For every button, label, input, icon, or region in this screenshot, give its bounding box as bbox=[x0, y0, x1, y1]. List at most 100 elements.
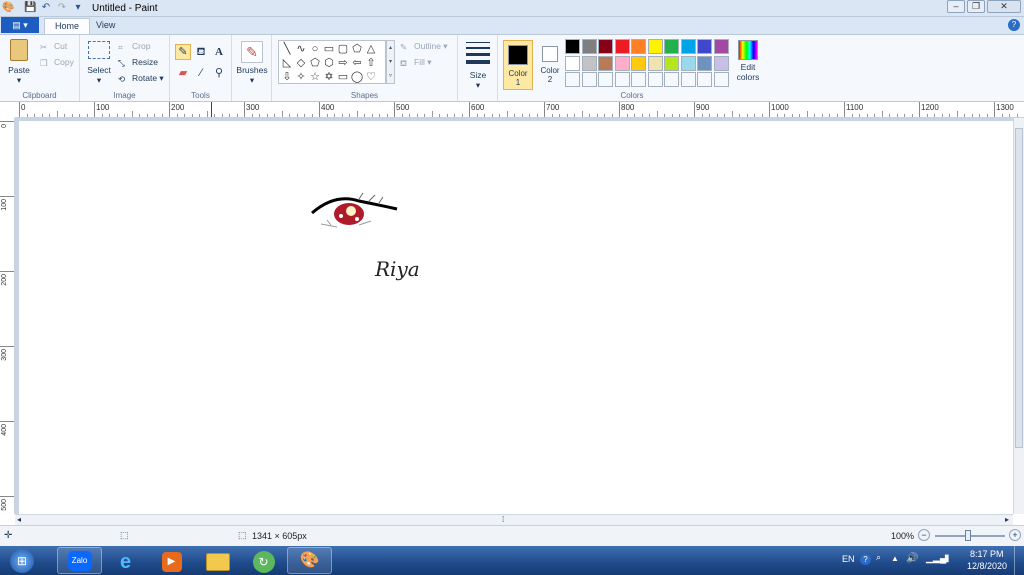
callout-oval-shape-icon[interactable]: ◯ bbox=[350, 70, 364, 84]
palette-color-efe4b0[interactable] bbox=[647, 55, 663, 71]
start-button[interactable]: ⊞ bbox=[3, 546, 41, 575]
edit-colors-button[interactable]: Edit colors bbox=[731, 40, 765, 82]
color2-button[interactable]: Color 2 bbox=[535, 40, 565, 90]
palette-color-ffffff[interactable] bbox=[565, 55, 580, 71]
rectangle-shape-icon[interactable]: ▭ bbox=[322, 42, 336, 56]
rotate-button[interactable]: ⟲ Rotate ▾ bbox=[118, 73, 164, 84]
help-icon[interactable]: ? bbox=[1008, 19, 1020, 31]
five-point-star-shape-icon[interactable]: ☆ bbox=[308, 70, 322, 84]
battery-icon[interactable]: ▮ bbox=[944, 553, 950, 564]
size-button[interactable]: Size ▾ bbox=[462, 41, 494, 91]
palette-color-00a2e8[interactable] bbox=[680, 39, 696, 54]
help-tray-icon[interactable]: ? bbox=[860, 554, 871, 565]
hexagon-shape-icon[interactable]: ⬡ bbox=[322, 56, 336, 70]
zoom-slider[interactable] bbox=[935, 530, 1005, 541]
maximize-button[interactable]: ❐ bbox=[967, 0, 985, 13]
pencil-icon[interactable]: ✎ bbox=[175, 44, 191, 60]
callout-rect-shape-icon[interactable]: ▭ bbox=[336, 70, 350, 84]
palette-color-ffaec9[interactable] bbox=[614, 55, 630, 71]
four-point-star-shape-icon[interactable]: ✧ bbox=[294, 70, 308, 84]
magnifier-icon[interactable]: ⚲ bbox=[211, 65, 227, 81]
scroll-left-arrow-icon[interactable]: ◂ bbox=[17, 515, 21, 524]
resize-button[interactable]: ⤡ Resize bbox=[118, 57, 158, 68]
customize-quick-access-icon[interactable]: ▾ bbox=[72, 2, 84, 14]
select-button[interactable]: Select ▾ bbox=[84, 41, 114, 86]
show-hidden-icons[interactable]: ▲ bbox=[891, 554, 899, 563]
palette-color-c3c3c3[interactable] bbox=[581, 55, 597, 71]
green-app-icon: ↻ bbox=[252, 551, 275, 573]
palette-color-7092be[interactable] bbox=[697, 55, 712, 71]
eraser-icon[interactable]: ▰ bbox=[175, 65, 191, 81]
tab-view[interactable]: View bbox=[86, 18, 125, 34]
zoom-slider-thumb[interactable] bbox=[965, 530, 971, 541]
palette-color-99d9ea[interactable] bbox=[680, 55, 696, 71]
ruler-minor-tick bbox=[866, 114, 868, 117]
ruler-major-tick bbox=[19, 102, 20, 117]
palette-color-22b14c[interactable] bbox=[664, 39, 679, 54]
palette-color-ffc90e[interactable] bbox=[631, 55, 646, 71]
zoom-out-button[interactable]: − bbox=[918, 529, 930, 541]
line-shape-icon[interactable]: ╲ bbox=[280, 42, 294, 56]
palette-color-b97a57[interactable] bbox=[598, 55, 613, 71]
down-arrow-shape-icon[interactable]: ⇩ bbox=[280, 70, 294, 84]
palette-color-ff7f27[interactable] bbox=[631, 39, 646, 54]
shapes-gallery[interactable]: ╲ ∿ ○ ▭ ▢ ⬠ △ ◺ ◇ ⬠ ⬡ ⇨ ⇦ ⇧ ⇩ ✧ ☆ ✡ ▭ ◯ … bbox=[278, 40, 386, 84]
palette-color-c8bfe7[interactable] bbox=[713, 55, 729, 71]
tab-home[interactable]: Home bbox=[44, 18, 91, 34]
outline-icon: ✎ bbox=[400, 41, 408, 52]
shapes-scroll[interactable]: ▴ ▾ ▿ bbox=[386, 40, 395, 84]
diamond-shape-icon[interactable]: ◇ bbox=[294, 56, 308, 70]
palette-color-fff200[interactable] bbox=[647, 39, 663, 54]
zoom-in-button[interactable]: + bbox=[1009, 529, 1021, 541]
pentagon-shape-icon[interactable]: ⬠ bbox=[308, 56, 322, 70]
brushes-button[interactable]: ✎ Brushes ▾ bbox=[234, 41, 270, 86]
taskbar-app-green[interactable]: ↻ bbox=[241, 547, 286, 574]
palette-color-000000[interactable] bbox=[565, 39, 580, 54]
taskbar-explorer[interactable] bbox=[195, 547, 240, 574]
rounded-rectangle-shape-icon[interactable]: ▢ bbox=[336, 42, 350, 56]
right-triangle-shape-icon[interactable]: ◺ bbox=[280, 56, 294, 70]
paste-button[interactable]: Paste ▾ bbox=[4, 39, 34, 86]
palette-color-880015[interactable] bbox=[598, 39, 613, 54]
curve-shape-icon[interactable]: ∿ bbox=[294, 42, 308, 56]
file-menu-button[interactable]: ▤ ▾ bbox=[1, 17, 39, 33]
show-desktop-button[interactable] bbox=[1014, 546, 1024, 575]
taskbar-media-player[interactable]: ▶ bbox=[149, 547, 194, 574]
minimize-button[interactable]: – bbox=[947, 0, 965, 13]
polygon-shape-icon[interactable]: ⬠ bbox=[350, 42, 364, 56]
paint-app-icon[interactable]: 🎨 bbox=[2, 2, 14, 14]
left-arrow-shape-icon[interactable]: ⇦ bbox=[350, 56, 364, 70]
horizontal-scrollbar[interactable]: ◂ ⁞ ▸ bbox=[15, 514, 1013, 525]
scroll-right-arrow-icon[interactable]: ▸ bbox=[1005, 515, 1009, 524]
save-icon[interactable]: 💾 bbox=[24, 2, 36, 14]
color-picker-icon[interactable]: ⁄ bbox=[193, 65, 209, 81]
palette-color-b5e61d[interactable] bbox=[664, 55, 679, 71]
vscroll-thumb[interactable] bbox=[1015, 128, 1023, 448]
palette-color-7f7f7f[interactable] bbox=[581, 39, 597, 54]
text-tool-icon[interactable]: A bbox=[211, 44, 227, 60]
heart-shape-icon[interactable]: ♡ bbox=[364, 70, 378, 84]
color1-button[interactable]: Color 1 bbox=[503, 40, 533, 90]
language-indicator[interactable]: EN bbox=[842, 554, 855, 564]
oval-shape-icon[interactable]: ○ bbox=[308, 42, 322, 56]
taskbar-paint[interactable]: 🎨 bbox=[287, 547, 332, 574]
close-button[interactable]: ✕ bbox=[987, 0, 1021, 13]
taskbar-zalo[interactable]: Zalo bbox=[57, 547, 102, 574]
clock-date[interactable]: 12/8/2020 bbox=[967, 561, 1007, 571]
palette-color-3f48cc[interactable] bbox=[697, 39, 712, 54]
up-arrow-shape-icon[interactable]: ⇧ bbox=[364, 56, 378, 70]
palette-color-a349a4[interactable] bbox=[713, 39, 729, 54]
undo-icon[interactable]: ↶ bbox=[40, 2, 52, 14]
vertical-scrollbar[interactable] bbox=[1013, 118, 1024, 514]
right-arrow-shape-icon[interactable]: ⇨ bbox=[336, 56, 350, 70]
palette-color-ed1c24[interactable] bbox=[614, 39, 630, 54]
hscroll-grip-icon[interactable]: ⁞ bbox=[502, 515, 504, 524]
volume-icon[interactable]: 🔊 bbox=[906, 553, 918, 564]
six-point-star-shape-icon[interactable]: ✡ bbox=[322, 70, 336, 84]
triangle-shape-icon[interactable]: △ bbox=[364, 42, 378, 56]
tray-app-icon[interactable]: ⌕ bbox=[876, 552, 881, 563]
taskbar-ie[interactable]: e bbox=[103, 547, 148, 574]
clock-time[interactable]: 8:17 PM bbox=[970, 549, 1004, 559]
fill-bucket-icon[interactable]: ⛾ bbox=[193, 44, 209, 60]
drawing-canvas[interactable]: Riya bbox=[19, 121, 1013, 514]
